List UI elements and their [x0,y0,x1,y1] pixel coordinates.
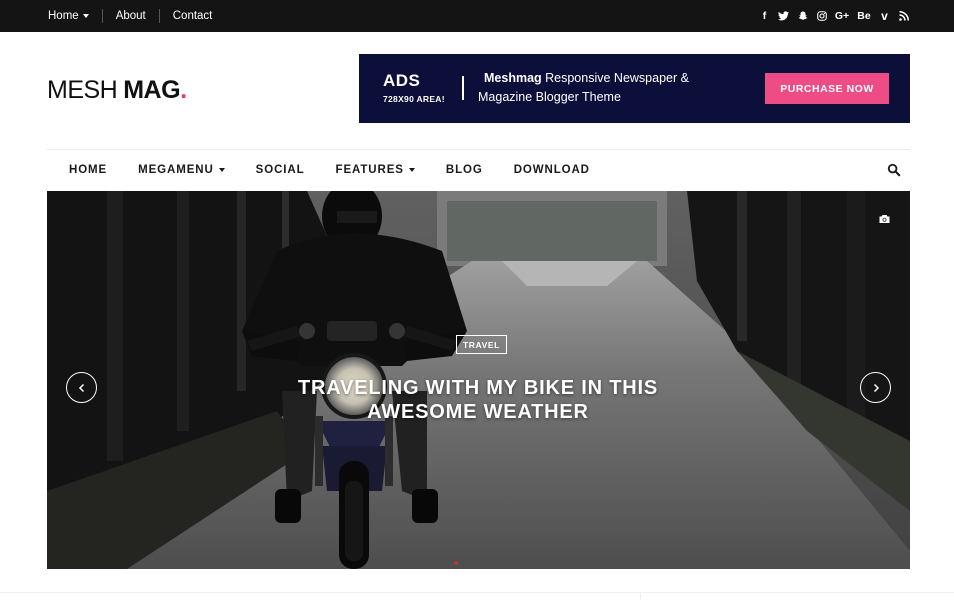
divider [101,9,103,23]
facebook-icon[interactable]: f [759,10,770,22]
nav-item-features[interactable]: FEATURES [336,164,415,176]
chevron-down-icon [408,168,415,172]
rss-icon[interactable] [898,11,909,21]
nav-item-blog[interactable]: BLOG [446,164,483,176]
purchase-now-button[interactable]: PURCHASE NOW [765,73,889,104]
slider-dot-indicator[interactable] [454,561,458,565]
divider [158,9,160,23]
ad-brand: Meshmag [484,71,542,85]
logo-part-mesh: MESH [47,76,118,104]
slide-title-line2: AWESOME WEATHER [367,401,589,423]
top-bar: Home About Contact f G+ Be v [0,0,954,32]
nav-item-download[interactable]: DOWNLOAD [514,164,590,176]
slide-title[interactable]: TRAVELING WITH MY BIKE IN THIS AWESOME W… [228,376,728,424]
main-nav-items: HOME MEGAMENU SOCIAL FEATURES BLOG DOWNL… [69,150,621,190]
ad-banner[interactable]: ADS 728X90 AREA! Meshmag Responsive News… [359,54,910,123]
twitter-icon[interactable] [778,11,789,21]
top-nav: Home About Contact [48,0,212,32]
slide-title-line1: TRAVELING WITH MY BIKE IN THIS [298,377,658,399]
instagram-icon[interactable] [816,11,827,21]
nav-item-home[interactable]: HOME [69,164,107,176]
content-divider [0,592,954,593]
nav-item-megamenu[interactable]: MEGAMENU [138,164,225,176]
main-nav: HOME MEGAMENU SOCIAL FEATURES BLOG DOWNL… [47,149,910,191]
chevron-left-icon [78,383,84,392]
featured-slider[interactable]: TRAVEL TRAVELING WITH MY BIKE IN THIS AW… [47,191,910,569]
social-links: f G+ Be v [759,0,909,32]
logo-dot: . [180,76,187,104]
site-logo[interactable]: MESH MAG. [47,78,187,103]
chevron-down-icon [218,168,225,172]
chevron-down-icon [82,14,89,18]
chevron-right-icon [873,383,879,392]
top-nav-contact[interactable]: Contact [173,10,213,22]
slider-next-button[interactable] [860,372,891,403]
nav-item-features-label: FEATURES [335,164,404,176]
nav-item-social[interactable]: SOCIAL [256,164,305,176]
ad-text-line1: Meshmag Responsive Newspaper & [484,71,689,85]
top-nav-about[interactable]: About [116,10,146,22]
snapchat-icon[interactable] [797,11,808,21]
ad-divider [462,76,464,100]
vimeo-icon[interactable]: v [879,9,890,23]
logo-part-mag: MAG [123,76,181,104]
top-nav-home-label: Home [48,10,79,22]
ad-text-line2: Magazine Blogger Theme [478,90,621,104]
slider-prev-button[interactable] [66,372,97,403]
search-icon[interactable] [887,163,901,177]
ad-size-label: 728X90 AREA! [383,94,445,104]
camera-icon [879,211,890,223]
category-badge[interactable]: TRAVEL [456,335,507,354]
google-plus-icon[interactable]: G+ [835,10,849,22]
column-divider [640,592,641,600]
behance-icon[interactable]: Be [857,10,871,22]
top-nav-home[interactable]: Home [48,10,89,22]
ad-text-line1-rest: Responsive Newspaper & [541,71,689,85]
nav-item-megamenu-label: MEGAMENU [138,164,214,176]
ad-title: ADS [383,71,421,90]
